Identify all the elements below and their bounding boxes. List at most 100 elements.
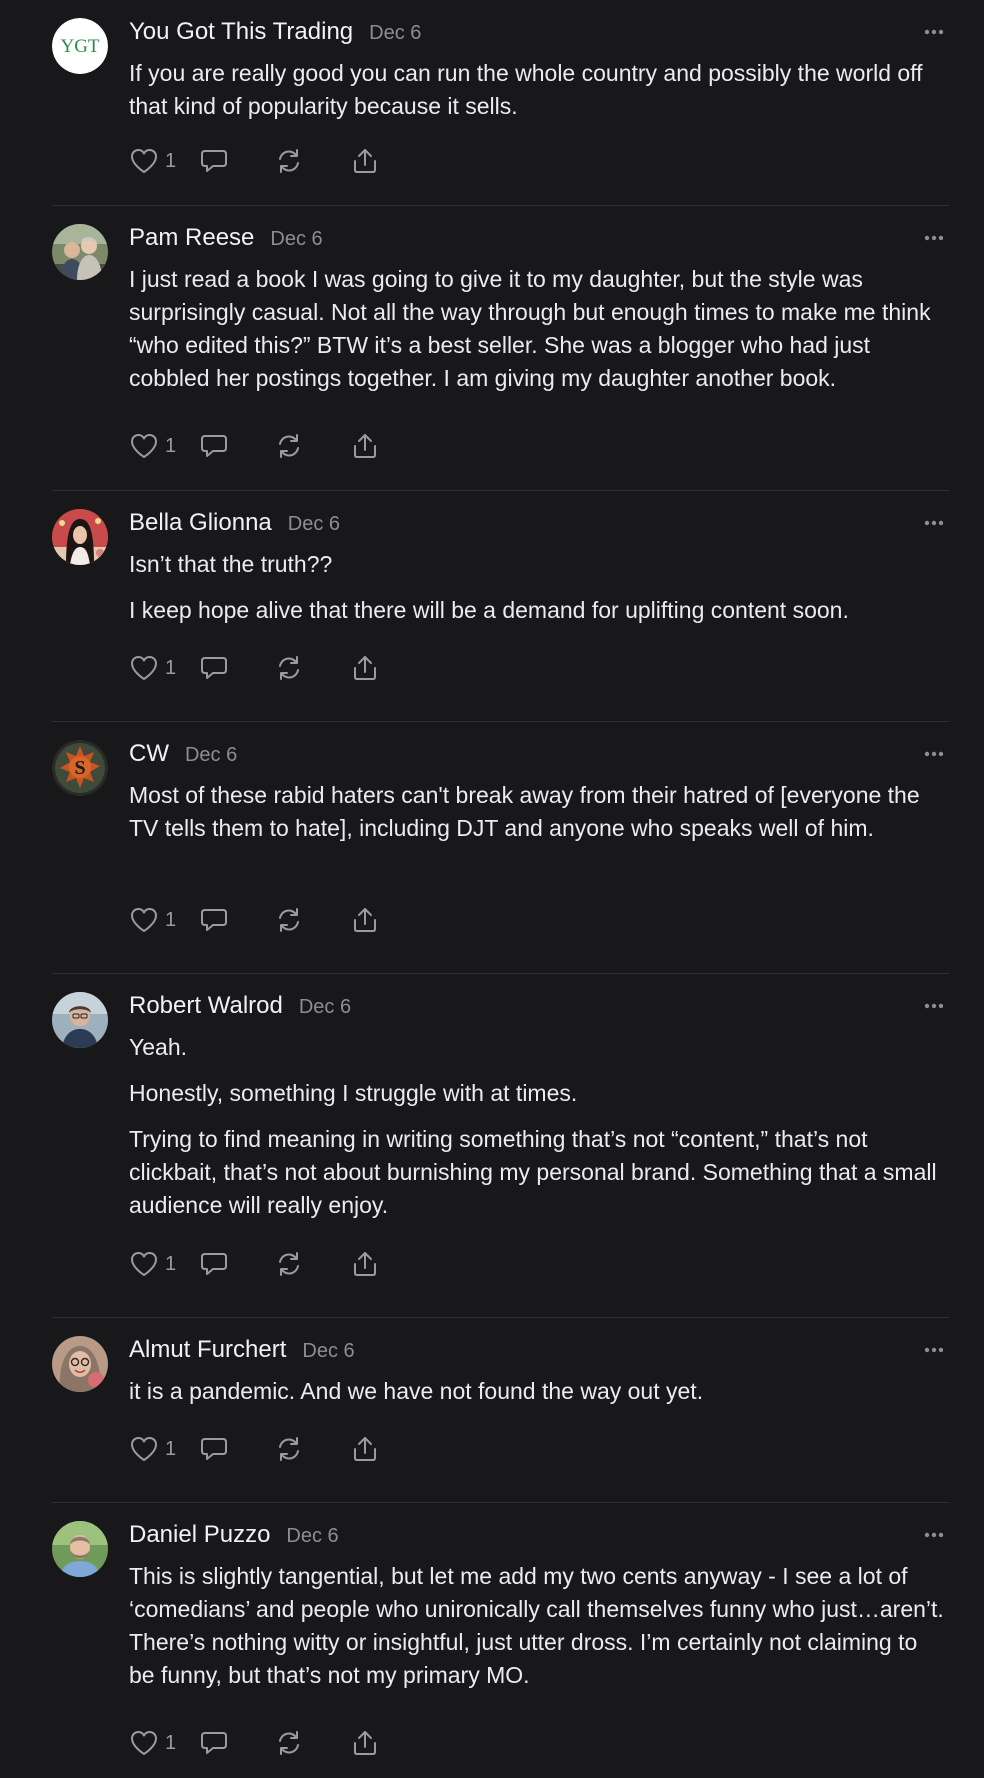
like-count: 1 [165, 656, 177, 679]
comment-date[interactable]: Dec 6 [369, 22, 421, 45]
ygt-logo-text: YGT [60, 36, 99, 57]
restack-button[interactable] [275, 654, 303, 682]
reply-button[interactable] [199, 1729, 229, 1757]
author-name[interactable]: You Got This Trading [129, 18, 353, 46]
heart-icon [131, 1437, 157, 1461]
comment-actions: 1 [129, 1249, 379, 1279]
avatar[interactable] [52, 1521, 108, 1577]
author-name[interactable]: Pam Reese [129, 224, 254, 252]
speech-bubble-icon [201, 435, 227, 457]
comment: Daniel Puzzo Dec 6 This is slightly tang… [52, 1503, 949, 1778]
like-button[interactable]: 1 [129, 906, 183, 934]
comment-actions: 1 [129, 653, 379, 683]
restack-button[interactable] [275, 1435, 303, 1463]
speech-bubble-icon [201, 1438, 227, 1460]
comment: Almut Furchert Dec 6 it is a pandemic. A… [52, 1318, 949, 1503]
comment-actions: 1 [129, 1728, 379, 1758]
like-count: 1 [165, 149, 177, 172]
reply-button[interactable] [199, 147, 229, 175]
share-button[interactable] [351, 147, 379, 175]
avatar[interactable]: S [52, 740, 108, 796]
heart-icon [131, 1731, 157, 1755]
restack-button[interactable] [275, 147, 303, 175]
comment-actions: 1 [129, 905, 379, 935]
comment-text: Yeah. [129, 1034, 187, 1060]
ellipsis-icon[interactable] [923, 1346, 945, 1354]
comment-text: If you are really good you can run the w… [129, 60, 923, 119]
comment-text: I keep hope alive that there will be a d… [129, 597, 849, 623]
comment-date[interactable]: Dec 6 [288, 513, 340, 536]
restack-icon [279, 1731, 299, 1755]
restack-button[interactable] [275, 906, 303, 934]
like-button[interactable]: 1 [129, 1729, 183, 1757]
share-button[interactable] [351, 1435, 379, 1463]
comment-date[interactable]: Dec 6 [299, 996, 351, 1019]
like-button[interactable]: 1 [129, 1250, 183, 1278]
avatar-photo [52, 224, 108, 280]
avatar-photo [52, 1521, 108, 1577]
like-button[interactable]: 1 [129, 147, 183, 175]
avatar[interactable] [52, 1336, 108, 1392]
reply-button[interactable] [199, 654, 229, 682]
author-name[interactable]: Almut Furchert [129, 1336, 286, 1364]
s-emblem-text: S [74, 757, 85, 779]
avatar[interactable]: YGT [52, 18, 108, 74]
restack-icon [279, 434, 299, 458]
ellipsis-icon[interactable] [923, 750, 945, 758]
heart-icon [131, 149, 157, 173]
share-icon [354, 656, 376, 680]
ellipsis-icon[interactable] [923, 234, 945, 242]
ellipsis-icon[interactable] [923, 1531, 945, 1539]
avatar[interactable] [52, 509, 108, 565]
ellipsis-icon[interactable] [923, 1002, 945, 1010]
avatar[interactable] [52, 224, 108, 280]
heart-icon [131, 1252, 157, 1276]
ellipsis-icon[interactable] [923, 519, 945, 527]
comment-date[interactable]: Dec 6 [270, 228, 322, 251]
comment: YGT You Got This Trading Dec 6 If you ar… [52, 0, 949, 206]
reply-button[interactable] [199, 1250, 229, 1278]
like-count: 1 [165, 434, 177, 457]
reply-button[interactable] [199, 1435, 229, 1463]
author-name[interactable]: Daniel Puzzo [129, 1521, 270, 1549]
like-count: 1 [165, 908, 177, 931]
ellipsis-icon[interactable] [923, 28, 945, 36]
restack-button[interactable] [275, 1250, 303, 1278]
comment-date[interactable]: Dec 6 [185, 744, 237, 767]
share-icon [354, 149, 376, 173]
heart-icon [131, 908, 157, 932]
share-button[interactable] [351, 1250, 379, 1278]
share-button[interactable] [351, 906, 379, 934]
share-icon [354, 434, 376, 458]
author-name[interactable]: CW [129, 740, 169, 768]
comment-text: it is a pandemic. And we have not found … [129, 1378, 704, 1404]
share-button[interactable] [351, 654, 379, 682]
reply-button[interactable] [199, 906, 229, 934]
comment-text: Trying to find meaning in writing someth… [129, 1126, 937, 1218]
comment-actions: 1 [129, 431, 379, 461]
like-button[interactable]: 1 [129, 1435, 183, 1463]
restack-button[interactable] [275, 1729, 303, 1757]
restack-button[interactable] [275, 432, 303, 460]
comment-date[interactable]: Dec 6 [302, 1340, 354, 1363]
speech-bubble-icon [201, 150, 227, 172]
share-button[interactable] [351, 1729, 379, 1757]
like-button[interactable]: 1 [129, 432, 183, 460]
share-icon [354, 1252, 376, 1276]
speech-bubble-icon [201, 1732, 227, 1754]
comment: Pam Reese Dec 6 I just read a book I was… [52, 206, 949, 491]
comment-date[interactable]: Dec 6 [286, 1525, 338, 1548]
comment-text: This is slightly tangential, but let me … [129, 1563, 944, 1688]
avatar[interactable] [52, 992, 108, 1048]
comment-text: I just read a book I was going to give i… [129, 266, 931, 391]
share-button[interactable] [351, 432, 379, 460]
speech-bubble-icon [201, 657, 227, 679]
s-emblem: S [52, 740, 108, 796]
author-name[interactable]: Bella Glionna [129, 509, 272, 537]
avatar-photo [52, 1336, 108, 1392]
like-button[interactable]: 1 [129, 654, 183, 682]
reply-button[interactable] [199, 432, 229, 460]
restack-icon [279, 656, 299, 680]
author-name[interactable]: Robert Walrod [129, 992, 283, 1020]
restack-icon [279, 908, 299, 932]
